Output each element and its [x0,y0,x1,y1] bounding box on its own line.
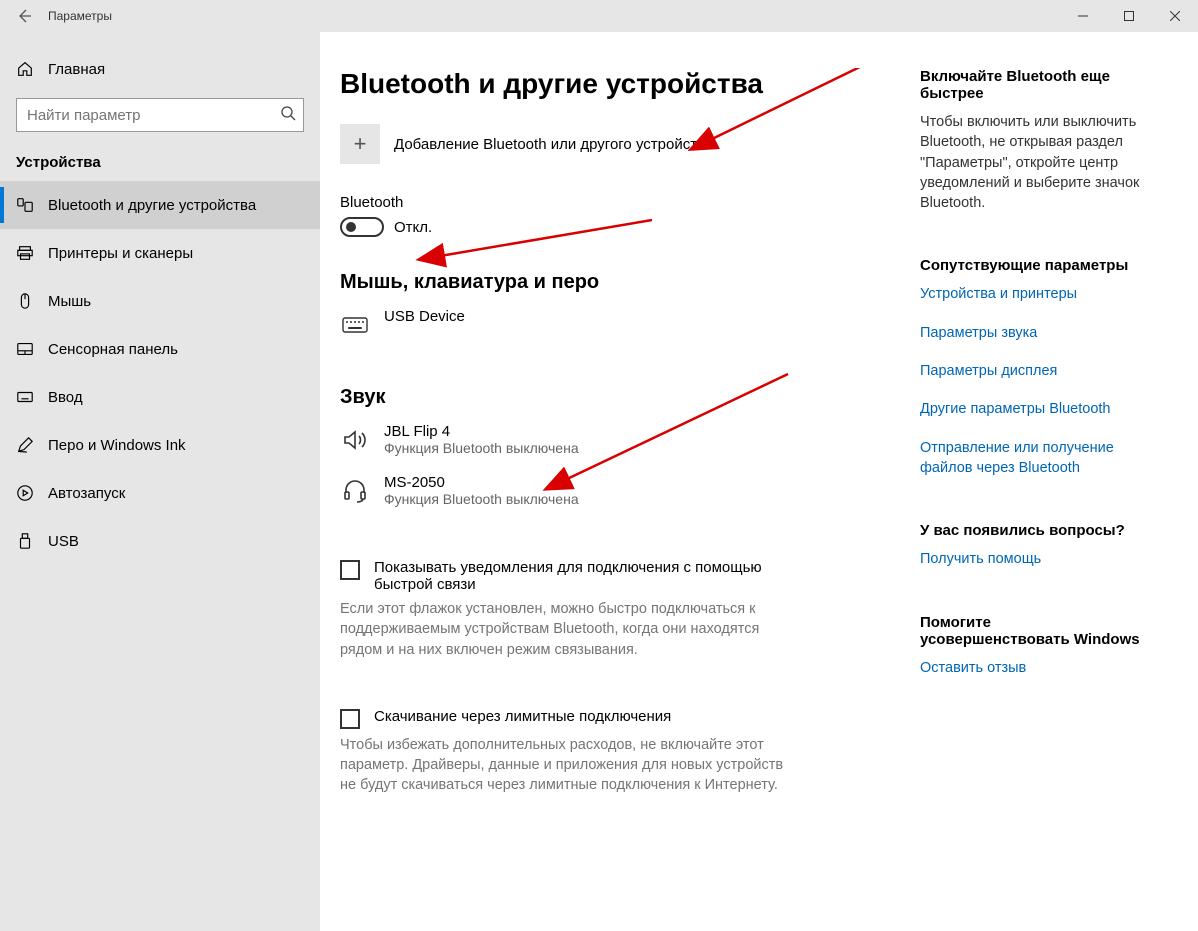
search-container [16,98,304,132]
link-more-bluetooth[interactable]: Другие параметры Bluetooth [920,399,1168,419]
keyboard-icon [16,388,34,406]
keyboard-device-icon [340,312,370,338]
maximize-button[interactable] [1106,0,1152,32]
mouse-icon [16,292,34,310]
checkbox-quick-pair[interactable] [340,560,360,580]
add-device-label: Добавление Bluetooth или другого устройс… [394,136,713,153]
checkbox-metered-label: Скачивание через лимитные подключения [374,708,671,725]
close-icon [1170,11,1180,21]
sidebar-item-pen[interactable]: Перо и Windows Ink [0,421,320,469]
window-title: Параметры [48,9,112,23]
device-name: JBL Flip 4 [384,423,579,440]
side-related-heading: Сопутствующие параметры [920,257,1168,274]
link-devices-printers[interactable]: Устройства и принтеры [920,284,1168,304]
sidebar-item-label: Перо и Windows Ink [48,437,186,454]
sidebar: Главная Устройства Bluetooth и другие ус… [0,32,320,931]
sidebar-item-printers[interactable]: Принтеры и сканеры [0,229,320,277]
bluetooth-label: Bluetooth [340,194,900,211]
link-display-settings[interactable]: Параметры дисплея [920,361,1168,381]
maximize-icon [1124,11,1134,21]
printer-icon [16,244,34,262]
add-device-button[interactable]: + Добавление Bluetooth или другого устро… [340,124,900,164]
page-title: Bluetooth и другие устройства [340,68,900,100]
device-status: Функция Bluetooth выключена [384,440,579,456]
section-sound: Звук [340,386,900,409]
minimize-icon [1078,11,1088,21]
quick-pair-description: Если этот флажок установлен, можно быстр… [340,599,800,660]
checkbox-metered[interactable] [340,709,360,729]
autoplay-icon [16,484,34,502]
sidebar-item-label: Принтеры и сканеры [48,245,193,262]
device-name: MS-2050 [384,474,579,491]
sidebar-home[interactable]: Главная [0,52,320,86]
sidebar-home-label: Главная [48,61,105,78]
sidebar-item-label: Мышь [48,293,91,310]
pen-icon [16,436,34,454]
minimize-button[interactable] [1060,0,1106,32]
side-help-heading: У вас появились вопросы? [920,522,1168,539]
home-icon [16,60,34,78]
link-sound-settings[interactable]: Параметры звука [920,323,1168,343]
back-arrow-icon [16,8,32,24]
sidebar-item-bluetooth[interactable]: Bluetooth и другие устройства [0,181,320,229]
link-get-help[interactable]: Получить помощь [920,549,1168,569]
back-button[interactable] [0,0,48,32]
device-status: Функция Bluetooth выключена [384,491,579,507]
section-mouse-keyboard-pen: Мышь, клавиатура и перо [340,271,900,294]
side-tip-text: Чтобы включить или выключить Bluetooth, … [920,112,1168,213]
touchpad-icon [16,340,34,358]
sidebar-item-mouse[interactable]: Мышь [0,277,320,325]
close-button[interactable] [1152,0,1198,32]
sidebar-item-usb[interactable]: USB [0,517,320,565]
device-ms2050[interactable]: MS-2050 Функция Bluetooth выключена [340,474,900,507]
headset-icon [340,478,370,504]
sidebar-item-typing[interactable]: Ввод [0,373,320,421]
sidebar-item-label: Bluetooth и другие устройства [48,197,256,214]
search-input[interactable] [16,98,304,132]
bluetooth-toggle[interactable] [340,217,384,237]
sidebar-item-label: USB [48,533,79,550]
bluetooth-state: Откл. [394,219,432,236]
device-name: USB Device [384,308,465,325]
titlebar: Параметры [0,0,1198,32]
speaker-icon [340,427,370,453]
device-jbl[interactable]: JBL Flip 4 Функция Bluetooth выключена [340,423,900,456]
sidebar-item-label: Ввод [48,389,83,406]
sidebar-item-label: Сенсорная панель [48,341,178,358]
side-feedback-heading: Помогите усовершенствовать Windows [920,614,1140,648]
sidebar-item-touchpad[interactable]: Сенсорная панель [0,325,320,373]
link-send-receive-bluetooth[interactable]: Отправление или получение файлов через B… [920,438,1140,479]
bluetooth-devices-icon [16,196,34,214]
sidebar-item-autoplay[interactable]: Автозапуск [0,469,320,517]
device-usb[interactable]: USB Device [340,308,900,338]
search-icon [280,105,296,125]
sidebar-section-label: Устройства [0,146,320,181]
sidebar-item-label: Автозапуск [48,485,125,502]
main-content: Bluetooth и другие устройства + Добавлен… [320,32,1198,931]
link-give-feedback[interactable]: Оставить отзыв [920,658,1168,678]
plus-icon: + [340,124,380,164]
side-tip-heading: Включайте Bluetooth еще быстрее [920,68,1168,102]
checkbox-quick-pair-label: Показывать уведомления для подключения с… [374,559,774,593]
metered-description: Чтобы избежать дополнительных расходов, … [340,735,800,796]
usb-icon [16,532,34,550]
